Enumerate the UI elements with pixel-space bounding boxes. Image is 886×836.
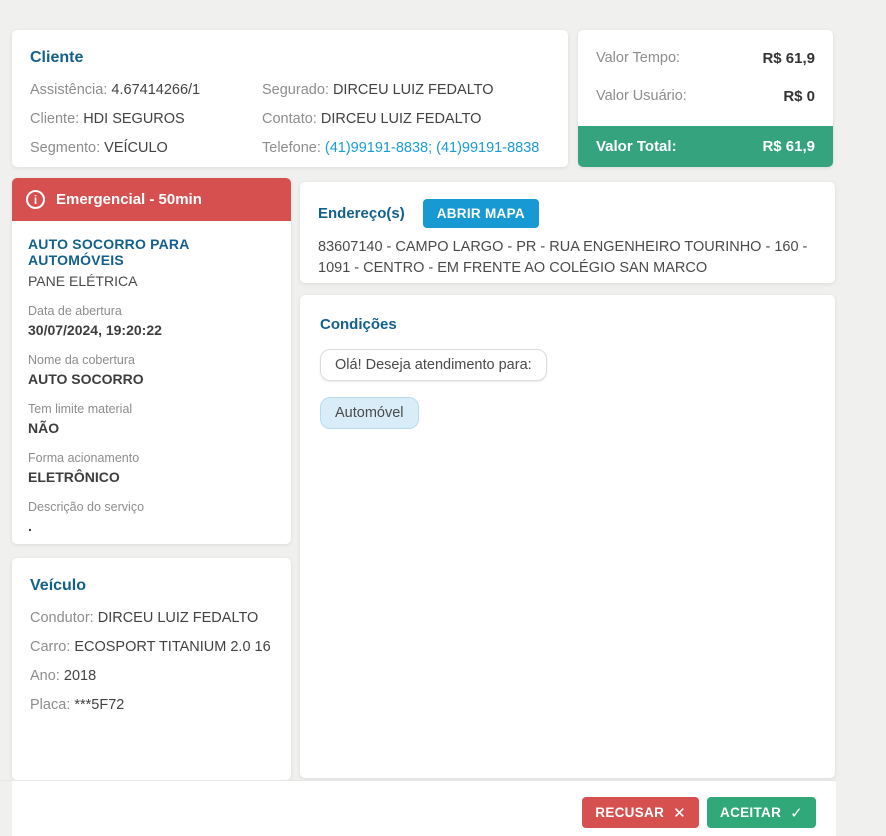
emergency-title: Emergencial - 50min (56, 191, 202, 208)
open-map-button[interactable]: ABRIR MAPA (422, 199, 539, 228)
insured-value: DIRCEU LUIZ FEDALTO (332, 82, 494, 98)
address-text: 83607140 - CAMPO LARGO - PR - RUA ENGENH… (318, 239, 808, 276)
service-description-label: Descrição do serviço (28, 500, 145, 514)
client-info-column-left: Assistência: 4.67414266/1 Cliente: HDI S… (30, 76, 262, 163)
user-value-label: Valor Usuário: (596, 88, 687, 104)
segment-row: Segmento: VEÍCULO (30, 134, 262, 163)
contact-row: Contato: DIRCEU LUIZ FEDALTO (262, 105, 550, 134)
contact-label: Contato: (262, 111, 317, 127)
driver-label: Condutor: (30, 610, 94, 626)
car-value: ECOSPORT TITANIUM 2.0 16 (74, 639, 271, 655)
plate-value: ***5F72 (74, 697, 125, 713)
address-card: Endereço(s) ABRIR MAPA 83607140 - CAMPO … (300, 182, 835, 283)
assistance-value: 4.67414266/1 (111, 82, 201, 98)
client-value: HDI SEGUROS (83, 111, 185, 127)
info-icon: i (26, 190, 45, 209)
service-subtitle: PANE ELÉTRICA (28, 273, 138, 289)
chat-reply-row: Automóvel (320, 397, 815, 429)
plate-label: Placa: (30, 697, 71, 713)
time-value-label: Valor Tempo: (596, 50, 681, 66)
plate-row: Placa: ***5F72 (30, 691, 273, 720)
client-row: Cliente: HDI SEGUROS (30, 105, 262, 134)
chat-message-row: Olá! Deseja atendimento para: (320, 349, 815, 381)
assistance-row: Assistência: 4.67414266/1 (30, 76, 262, 105)
open-date-label: Data de abertura (28, 304, 122, 318)
car-label: Carro: (30, 639, 71, 655)
insured-row: Segurado: DIRCEU LUIZ FEDALTO (262, 76, 550, 105)
client-card: Cliente Assistência: 4.67414266/1 Client… (12, 30, 568, 167)
time-value-amount: R$ 61,9 (762, 49, 815, 67)
pricing-card: Valor Tempo: R$ 61,9 Valor Usuário: R$ 0… (578, 30, 833, 167)
client-info-columns: Assistência: 4.67414266/1 Cliente: HDI S… (30, 76, 550, 163)
accept-button-label: ACEITAR (720, 805, 782, 820)
contact-value: DIRCEU LUIZ FEDALTO (320, 111, 482, 127)
trigger-mode-group: Forma acionamento ELETRÔNICO (28, 451, 275, 485)
driver-value: DIRCEU LUIZ FEDALTO (97, 610, 259, 626)
accept-button[interactable]: ACEITAR ✓ (707, 797, 816, 828)
service-description-value: . (28, 518, 32, 534)
coverage-name-value: AUTO SOCORRO (28, 371, 144, 387)
material-limit-group: Tem limite material NÃO (28, 402, 275, 436)
client-label: Cliente: (30, 111, 80, 127)
emergency-banner: i Emergencial - 50min (12, 178, 291, 221)
user-value-amount: R$ 0 (783, 87, 815, 105)
phone-row: Telefone: (41)99191-8838; (41)99191-8838 (262, 134, 550, 163)
client-info-column-right: Segurado: DIRCEU LUIZ FEDALTO Contato: D… (262, 76, 550, 163)
year-label: Ano: (30, 668, 60, 684)
total-value-bar: Valor Total: R$ 61,9 (578, 126, 833, 167)
total-value-amount: R$ 61,9 (762, 138, 815, 155)
chat-message: Olá! Deseja atendimento para: (320, 349, 547, 381)
chat-reply-chip: Automóvel (320, 397, 419, 429)
phone-link[interactable]: (41)99191-8838; (41)99191-8838 (325, 140, 539, 156)
address-card-title: Endereço(s) (318, 205, 405, 222)
car-row: Carro: ECOSPORT TITANIUM 2.0 16 (30, 633, 273, 662)
refuse-button[interactable]: RECUSAR ✕ (582, 797, 700, 828)
footer-actions: RECUSAR ✕ ACEITAR ✓ (582, 797, 816, 828)
time-value-row: Valor Tempo: R$ 61,9 (578, 39, 833, 77)
coverage-name-group: Nome da cobertura AUTO SOCORRO (28, 353, 275, 387)
material-limit-value: NÃO (28, 420, 60, 436)
check-icon: ✓ (790, 804, 803, 822)
service-description-group: Descrição do serviço . (28, 500, 275, 534)
close-icon: ✕ (673, 804, 687, 822)
trigger-mode-value: ELETRÔNICO (28, 469, 120, 485)
user-value-row: Valor Usuário: R$ 0 (578, 77, 833, 115)
insured-label: Segurado: (262, 82, 329, 98)
assistance-label: Assistência: (30, 82, 108, 98)
year-row: Ano: 2018 (30, 662, 273, 691)
vehicle-card: Veículo Condutor: DIRCEU LUIZ FEDALTO Ca… (12, 558, 291, 780)
segment-label: Segmento: (30, 140, 101, 156)
service-card: i Emergencial - 50min AUTO SOCORRO PARA … (12, 178, 291, 544)
coverage-name-label: Nome da cobertura (28, 353, 136, 367)
phone-label: Telefone: (262, 140, 321, 156)
client-card-title: Cliente (30, 49, 84, 66)
trigger-mode-label: Forma acionamento (28, 451, 140, 465)
open-date-value: 30/07/2024, 19:20:22 (28, 322, 162, 338)
driver-row: Condutor: DIRCEU LUIZ FEDALTO (30, 604, 273, 633)
conditions-card: Condições Olá! Deseja atendimento para: … (300, 295, 835, 778)
service-title: AUTO SOCORRO PARA AUTOMÓVEIS (28, 236, 190, 268)
conditions-card-title: Condições (320, 316, 397, 333)
material-limit-label: Tem limite material (28, 402, 133, 416)
segment-value: VEÍCULO (104, 140, 168, 156)
footer-bar: RECUSAR ✕ ACEITAR ✓ (12, 781, 836, 836)
vehicle-rows: Condutor: DIRCEU LUIZ FEDALTO Carro: ECO… (30, 604, 273, 720)
address-header: Endereço(s) ABRIR MAPA (318, 199, 817, 228)
vehicle-card-title: Veículo (30, 577, 87, 594)
year-value: 2018 (63, 668, 97, 684)
refuse-button-label: RECUSAR (595, 805, 665, 820)
open-date-group: Data de abertura 30/07/2024, 19:20:22 (28, 304, 275, 338)
total-value-label: Valor Total: (596, 138, 677, 155)
